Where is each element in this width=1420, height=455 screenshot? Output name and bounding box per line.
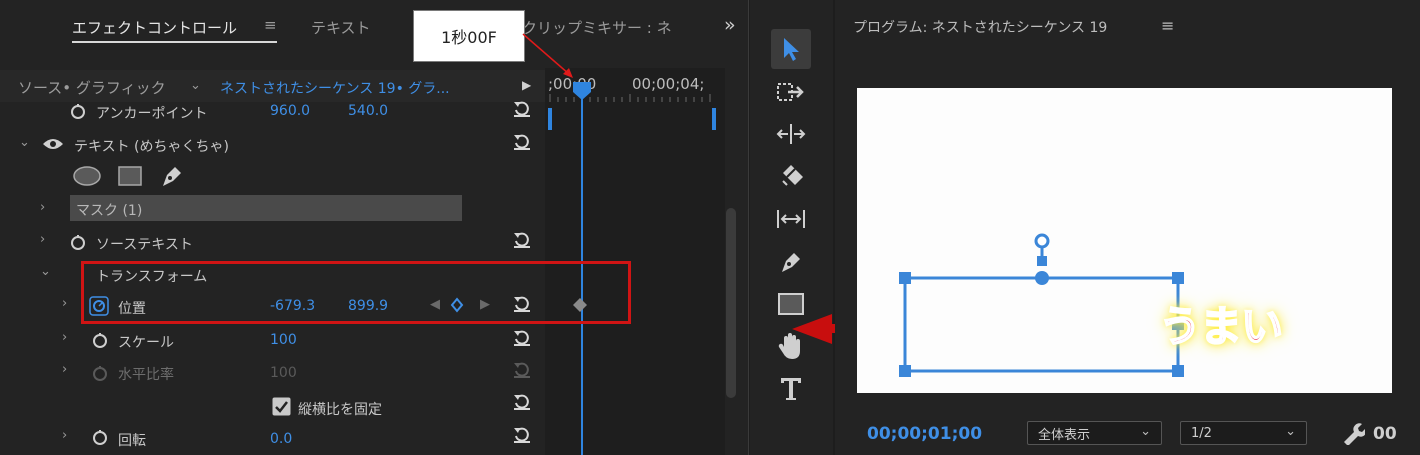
callout-arrow — [522, 33, 573, 78]
chevron-down-icon[interactable]: ⌄ — [40, 264, 51, 279]
rotation-value[interactable]: 0.0 — [270, 431, 292, 447]
ripple-edit-icon — [776, 124, 806, 144]
duration-timecode: 00 — [1373, 424, 1397, 444]
source-bar: ソース• グラフィック ⌄ ネストされたシーケンス 19• グラ... ▶ — [0, 70, 545, 102]
wrench-icon[interactable] — [1341, 421, 1365, 445]
stopwatch-icon — [93, 366, 107, 381]
reset-icon — [514, 362, 530, 378]
clip-out-marker — [712, 108, 716, 130]
type-icon — [781, 378, 801, 400]
effect-controls-panel: エフェクトコントロール ≡ テキスト クリップミキサー : ネ » ソース• グ… — [0, 0, 749, 455]
active-tab-underline — [72, 41, 277, 43]
scale-label: スケール — [118, 335, 174, 351]
reset-icon[interactable] — [512, 231, 532, 249]
panel-menu-icon[interactable]: ≡ — [1161, 16, 1174, 35]
playback-resolution-select[interactable]: 1/2 ⌄ — [1180, 421, 1307, 445]
chevron-right-icon[interactable]: › — [40, 232, 45, 247]
panel-tab-bar: エフェクトコントロール ≡ テキスト クリップミキサー : ネ » — [0, 0, 748, 50]
track-select-tool-button[interactable] — [771, 72, 811, 112]
program-monitor-panel: プログラム: ネストされたシーケンス 19 ≡ うまい 00;00;01;00 … — [835, 0, 1420, 455]
lock-ratio-label: 縦横比を固定 — [298, 402, 382, 418]
program-canvas[interactable]: うまい — [857, 88, 1392, 393]
sequence-clip-label[interactable]: ネストされたシーケンス 19• グラ... — [220, 78, 450, 98]
pen-tool-button[interactable] — [771, 242, 811, 282]
rectangle-mask-icon[interactable] — [117, 165, 143, 187]
tab-menu-icon[interactable]: ≡ — [264, 16, 277, 34]
eye-icon[interactable] — [42, 137, 64, 151]
horizontal-scale-label: 水平比率 — [118, 367, 174, 383]
chevron-down-icon: ⌄ — [1140, 424, 1151, 439]
horizontal-scale-value: 100 — [270, 365, 297, 381]
selection-arrow-icon — [784, 38, 799, 61]
pen-mask-icon[interactable] — [158, 162, 186, 190]
ellipse-mask-icon[interactable] — [72, 165, 102, 187]
text-layer-label: テキスト (めちゃくちゃ) — [74, 139, 229, 155]
selection-tool-button[interactable] — [771, 29, 811, 69]
chevron-right-icon[interactable]: › — [40, 200, 45, 215]
reset-icon[interactable] — [512, 426, 532, 444]
pen-icon — [782, 253, 800, 272]
highlight-box — [81, 261, 631, 324]
mask-row-bar[interactable]: マスク (1) — [70, 195, 462, 221]
tab-text[interactable]: テキスト — [311, 17, 371, 38]
lock-ratio-checkbox[interactable] — [272, 397, 291, 416]
chevron-right-icon[interactable]: › — [62, 428, 67, 443]
time-callout: 1秒00F — [413, 10, 525, 62]
program-monitor-title[interactable]: プログラム: ネストされたシーケンス 19 — [853, 17, 1107, 37]
chevron-down-icon[interactable]: ⌄ — [190, 78, 201, 93]
tab-overflow-icon[interactable]: » — [724, 14, 736, 36]
chevron-down-icon[interactable]: ⌄ — [19, 135, 30, 150]
source-clip-label[interactable]: ソース• グラフィック — [18, 77, 166, 98]
reset-icon[interactable] — [512, 100, 532, 118]
reset-icon[interactable] — [512, 329, 532, 347]
canvas-title-text[interactable]: うまい — [1158, 293, 1284, 354]
chevron-right-icon[interactable]: › — [62, 362, 67, 377]
ripple-edit-tool-button[interactable] — [771, 114, 811, 154]
vertical-scrollbar[interactable] — [726, 208, 736, 398]
transform-bounding-box[interactable] — [857, 88, 1392, 393]
anchor-y-value[interactable]: 540.0 — [348, 103, 388, 119]
type-tool-button[interactable] — [771, 368, 811, 408]
track-select-icon — [777, 83, 804, 101]
resolution-value: 1/2 — [1191, 425, 1212, 441]
razor-tool-button[interactable] — [771, 157, 811, 197]
stopwatch-icon[interactable] — [69, 102, 87, 120]
scale-value[interactable]: 100 — [270, 332, 297, 348]
tab-effect-controls[interactable]: エフェクトコントロール — [72, 17, 237, 38]
chevron-right-icon[interactable]: › — [62, 330, 67, 345]
slip-icon — [777, 210, 805, 228]
stopwatch-icon[interactable] — [69, 233, 87, 251]
rotation-label: 回転 — [118, 433, 146, 449]
zoom-level-value: 全体表示 — [1038, 427, 1091, 443]
slip-tool-button[interactable] — [771, 199, 811, 239]
chevron-right-icon[interactable]: › — [62, 296, 67, 311]
stopwatch-icon[interactable] — [91, 428, 109, 446]
chevron-down-icon: ⌄ — [1285, 424, 1296, 439]
ruler-tick-label: 00;00;04; — [632, 75, 705, 93]
reset-icon[interactable] — [512, 133, 532, 151]
source-text-label: ソーステキスト — [96, 237, 193, 253]
anchor-x-value[interactable]: 960.0 — [270, 103, 310, 119]
clip-in-marker — [548, 108, 552, 130]
reset-icon[interactable] — [512, 393, 532, 411]
razor-icon — [782, 165, 803, 186]
mask-label: マスク (1) — [76, 203, 143, 219]
anchor-point-label: アンカーポイント — [96, 106, 208, 122]
playhead-timecode[interactable]: 00;00;01;00 — [867, 424, 982, 444]
tools-panel — [750, 0, 833, 455]
stopwatch-icon[interactable] — [91, 331, 109, 349]
zoom-level-select[interactable]: 全体表示 ⌄ — [1027, 421, 1162, 445]
